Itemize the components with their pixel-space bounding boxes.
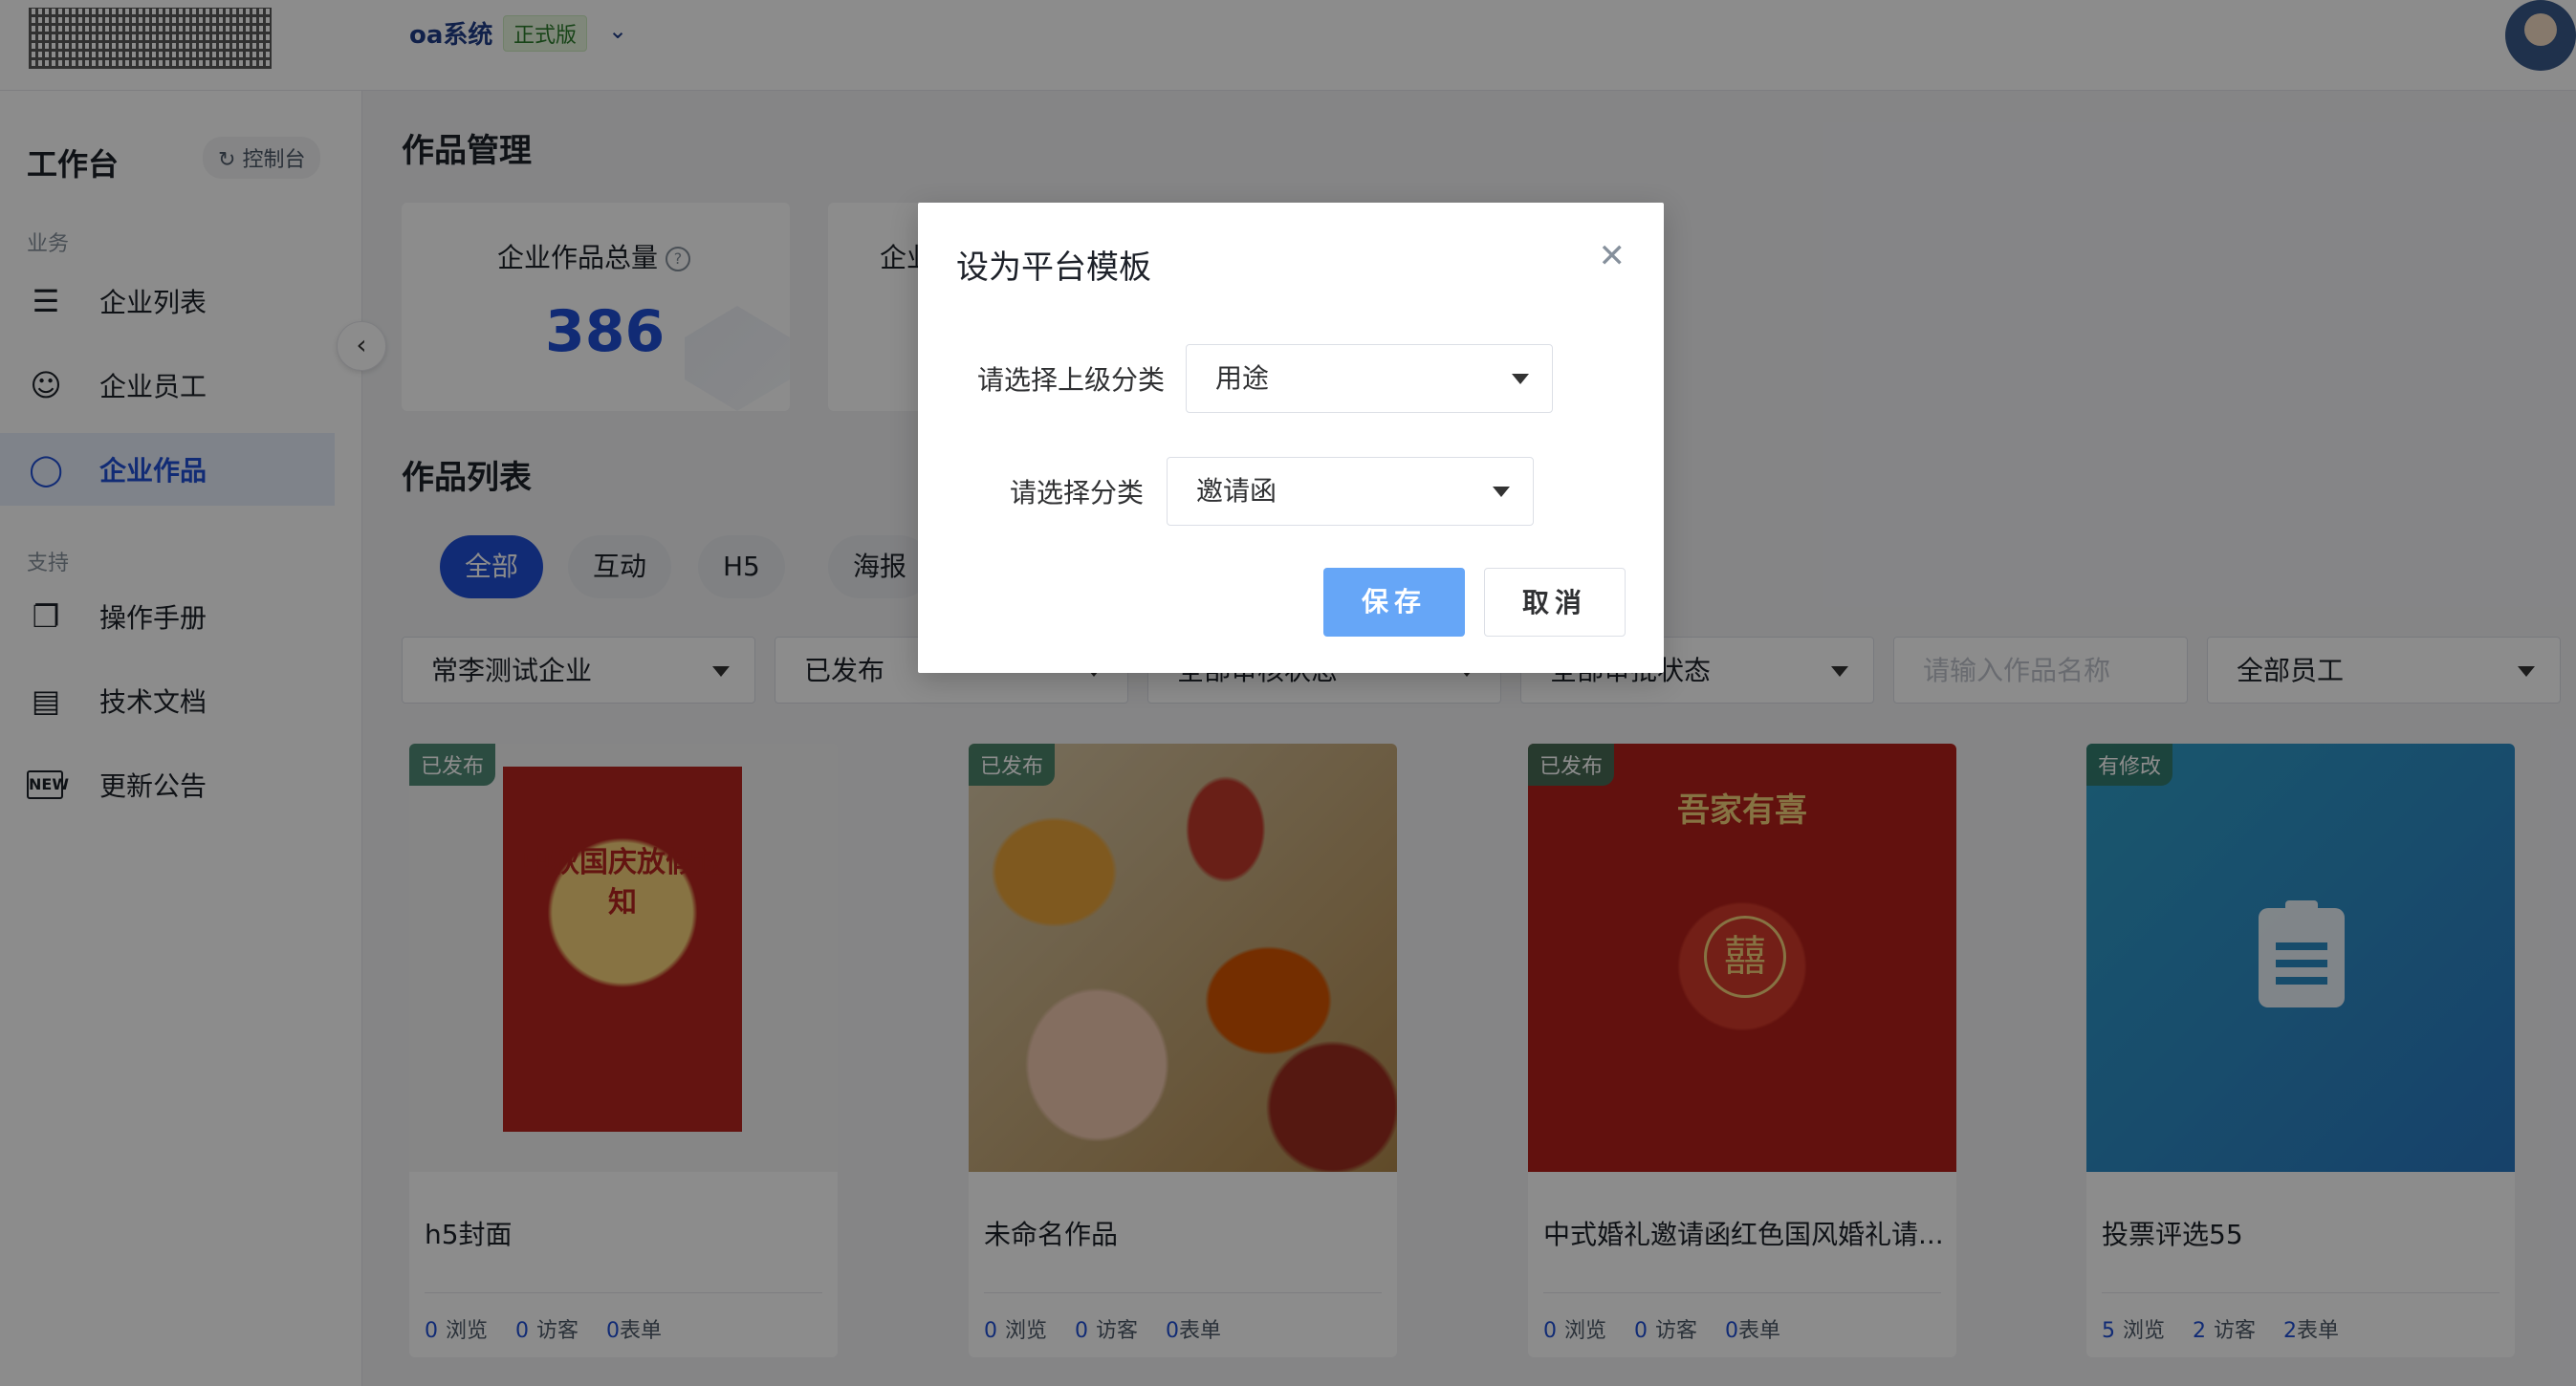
caret-down-icon — [1512, 374, 1529, 384]
set-platform-template-dialog: 设为平台模板 ✕ 请选择上级分类 用途 请选择分类 邀请函 保存 取消 — [918, 203, 1664, 673]
parent-category-label: 请选择上级分类 — [977, 364, 1166, 396]
parent-category-select[interactable]: 用途 — [1186, 344, 1553, 413]
dialog-title: 设为平台模板 — [956, 249, 1151, 287]
cancel-button[interactable]: 取消 — [1484, 568, 1626, 637]
close-icon[interactable]: ✕ — [1599, 237, 1626, 275]
category-label: 请选择分类 — [1010, 477, 1145, 509]
save-button[interactable]: 保存 — [1323, 568, 1465, 637]
category-select[interactable]: 邀请函 — [1167, 457, 1534, 526]
caret-down-icon — [1493, 487, 1510, 497]
